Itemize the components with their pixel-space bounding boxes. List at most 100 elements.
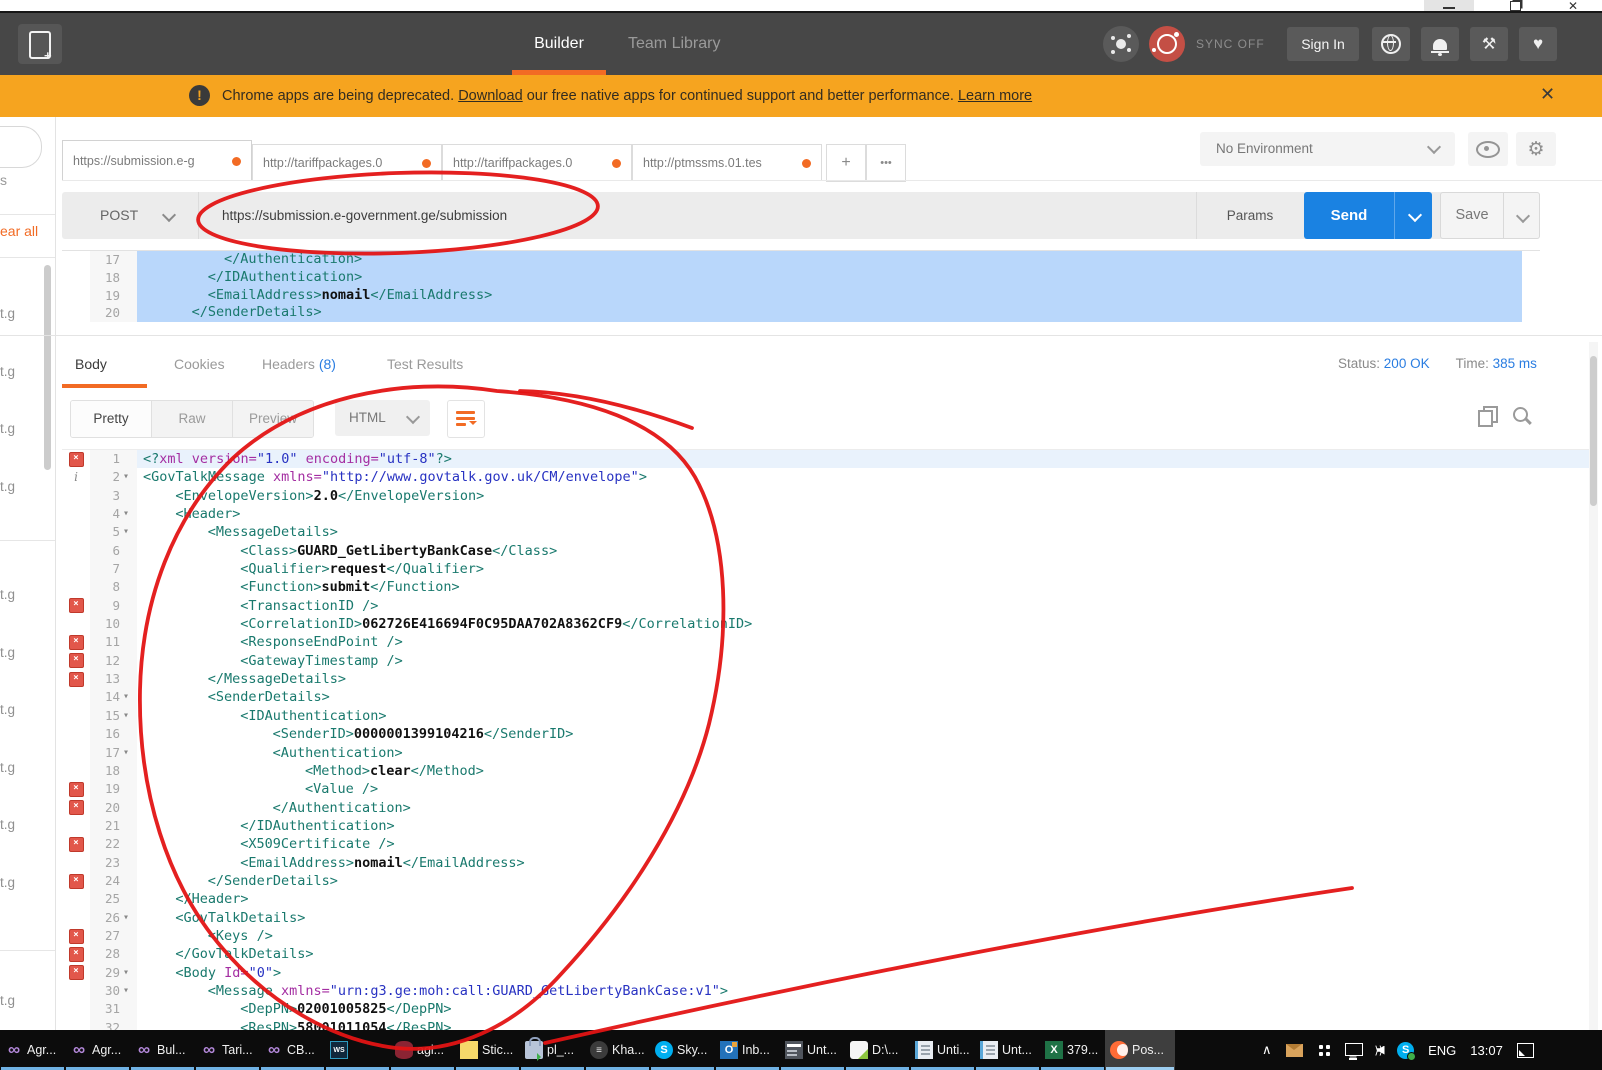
sidebar-history-tab[interactable]: s xyxy=(0,172,7,188)
taskbar-item[interactable]: agi... xyxy=(390,1030,455,1070)
taskbar-item[interactable]: ∞Tari... xyxy=(195,1030,260,1070)
error-gutter-icon[interactable]: × xyxy=(62,799,90,817)
fold-arrow-icon[interactable]: ▾ xyxy=(123,744,137,762)
bell-icon[interactable] xyxy=(1421,27,1459,61)
view-mode-pretty[interactable]: Pretty xyxy=(71,401,152,437)
error-gutter-icon[interactable]: × xyxy=(62,450,90,468)
action-center-icon[interactable] xyxy=(1517,1043,1534,1058)
sidebar-history-item[interactable]: t.g xyxy=(0,364,15,379)
new-tab-button[interactable]: + xyxy=(18,24,62,64)
error-gutter-icon[interactable]: × xyxy=(62,780,90,798)
heart-icon[interactable]: ♥ xyxy=(1519,27,1557,61)
url-input[interactable]: https://submission.e-government.ge/submi… xyxy=(222,192,507,239)
taskbar-item[interactable]: ∞Agr... xyxy=(0,1030,65,1070)
error-gutter-icon[interactable]: × xyxy=(62,872,90,890)
taskbar-item[interactable]: X379... xyxy=(1040,1030,1105,1070)
sidebar-scrollbar[interactable] xyxy=(44,265,51,470)
skype-tray-icon[interactable]: S xyxy=(1397,1042,1414,1059)
taskbar-item[interactable]: WS xyxy=(325,1030,390,1070)
window-maximize-button[interactable] xyxy=(1500,0,1530,11)
taskbar-item[interactable]: Pos... xyxy=(1105,1030,1175,1070)
environment-select[interactable]: No Environment xyxy=(1200,132,1455,166)
sync-icon[interactable] xyxy=(1149,26,1185,62)
params-button[interactable]: Params xyxy=(1196,192,1304,239)
learn-more-link[interactable]: Learn more xyxy=(958,88,1032,104)
volume-icon[interactable]: ⟩⟩ xyxy=(1377,1044,1384,1057)
sidebar-history-item[interactable]: t.g xyxy=(0,817,15,832)
sidebar-history-item[interactable]: t.g xyxy=(0,875,15,890)
nav-builder[interactable]: Builder xyxy=(512,13,606,75)
more-tabs-button[interactable]: ••• xyxy=(866,144,906,182)
sidebar-history-item[interactable]: t.g xyxy=(0,702,15,717)
sidebar-history-item[interactable]: t.g xyxy=(0,760,15,775)
nav-team-library[interactable]: Team Library xyxy=(628,13,720,75)
fold-arrow-icon[interactable]: ▾ xyxy=(123,523,137,541)
taskbar-item[interactable]: ≡Kha... xyxy=(585,1030,650,1070)
send-button[interactable]: Send xyxy=(1304,192,1432,239)
sidebar-history-item[interactable]: t.g xyxy=(0,421,15,436)
tray-expand-icon[interactable]: ∧ xyxy=(1262,1042,1272,1058)
fold-arrow-icon[interactable]: ▾ xyxy=(123,468,137,486)
taskbar-item[interactable]: Unt... xyxy=(780,1030,845,1070)
fold-arrow-icon[interactable]: ▾ xyxy=(123,505,137,523)
taskbar-item[interactable]: pl_... xyxy=(520,1030,585,1070)
settings-gear-button[interactable]: ⚙ xyxy=(1516,132,1556,166)
sidebar-history-item[interactable]: t.g xyxy=(0,306,15,321)
save-button[interactable]: Save xyxy=(1440,192,1540,239)
taskbar-item[interactable]: Unti... xyxy=(910,1030,975,1070)
tray-app-icon[interactable] xyxy=(1317,1043,1331,1057)
sidebar-clear-all-link[interactable]: ear all xyxy=(0,223,38,239)
taskbar-item[interactable]: SSky... xyxy=(650,1030,715,1070)
response-scrollbar[interactable] xyxy=(1589,342,1598,1030)
fold-arrow-icon[interactable]: ▾ xyxy=(123,909,137,927)
download-link[interactable]: Download xyxy=(458,88,523,104)
response-tab-body[interactable]: Body xyxy=(75,340,107,388)
copy-response-button[interactable] xyxy=(1475,404,1499,428)
error-gutter-icon[interactable]: × xyxy=(62,945,90,963)
view-mode-raw[interactable]: Raw xyxy=(152,401,233,437)
fold-arrow-icon[interactable]: ▾ xyxy=(123,964,137,982)
sidebar-search-input[interactable] xyxy=(0,126,42,168)
add-tab-button[interactable]: + xyxy=(826,144,866,182)
method-select[interactable]: POST xyxy=(100,192,138,239)
language-indicator[interactable]: ENG xyxy=(1428,1043,1456,1058)
response-tab-cookies[interactable]: Cookies xyxy=(174,340,225,388)
error-gutter-icon[interactable]: × xyxy=(62,652,90,670)
sidebar-history-item[interactable]: t.g xyxy=(0,993,15,1008)
fold-arrow-icon[interactable]: ▾ xyxy=(123,688,137,706)
taskbar-item[interactable]: OInb... xyxy=(715,1030,780,1070)
request-tab[interactable]: http://tariffpackages.0 xyxy=(252,144,442,181)
globe-icon[interactable] xyxy=(1372,27,1410,61)
response-body-code[interactable]: ×1<?xml version="1.0" encoding="utf-8"?>… xyxy=(62,449,1590,1031)
interceptor-icon[interactable] xyxy=(1103,26,1139,62)
request-body-editor[interactable]: 17</Authentication>18</IDAuthentication>… xyxy=(62,250,1540,323)
sidebar-history-item[interactable]: t.g xyxy=(0,587,15,602)
error-gutter-icon[interactable]: × xyxy=(62,835,90,853)
error-gutter-icon[interactable]: × xyxy=(62,670,90,688)
taskbar-item[interactable]: ∞Agr... xyxy=(65,1030,130,1070)
taskbar-item[interactable]: D:\... xyxy=(845,1030,910,1070)
error-gutter-icon[interactable]: × xyxy=(62,964,90,982)
request-tab[interactable]: https://submission.e-g xyxy=(62,140,252,181)
network-icon[interactable] xyxy=(1345,1043,1363,1056)
format-select[interactable]: HTML xyxy=(335,400,430,436)
tray-mail-icon[interactable] xyxy=(1286,1044,1303,1057)
sign-in-button[interactable]: Sign In xyxy=(1287,27,1359,61)
fold-arrow-icon[interactable]: ▾ xyxy=(123,707,137,725)
sidebar-history-item[interactable]: t.g xyxy=(0,479,15,494)
taskbar-item[interactable]: Stic... xyxy=(455,1030,520,1070)
wrap-lines-button[interactable] xyxy=(447,400,485,438)
error-gutter-icon[interactable]: × xyxy=(62,927,90,945)
clock[interactable]: 13:07 xyxy=(1470,1043,1503,1058)
taskbar-item[interactable]: Unt... xyxy=(975,1030,1040,1070)
send-options-chevron-icon[interactable] xyxy=(1408,208,1422,222)
info-gutter-icon[interactable]: i xyxy=(62,468,90,486)
request-tab[interactable]: http://ptmssms.01.tes xyxy=(632,144,822,181)
environment-quicklook-button[interactable] xyxy=(1468,132,1508,166)
error-gutter-icon[interactable]: × xyxy=(62,597,90,615)
response-tab-headers[interactable]: Headers (8) xyxy=(262,340,336,388)
wrench-icon[interactable]: ⚒ xyxy=(1470,27,1508,61)
scrollbar-thumb[interactable] xyxy=(1590,356,1597,506)
banner-close-icon[interactable]: ✕ xyxy=(1540,84,1555,105)
window-close-button[interactable]: ✕ xyxy=(1558,0,1588,11)
